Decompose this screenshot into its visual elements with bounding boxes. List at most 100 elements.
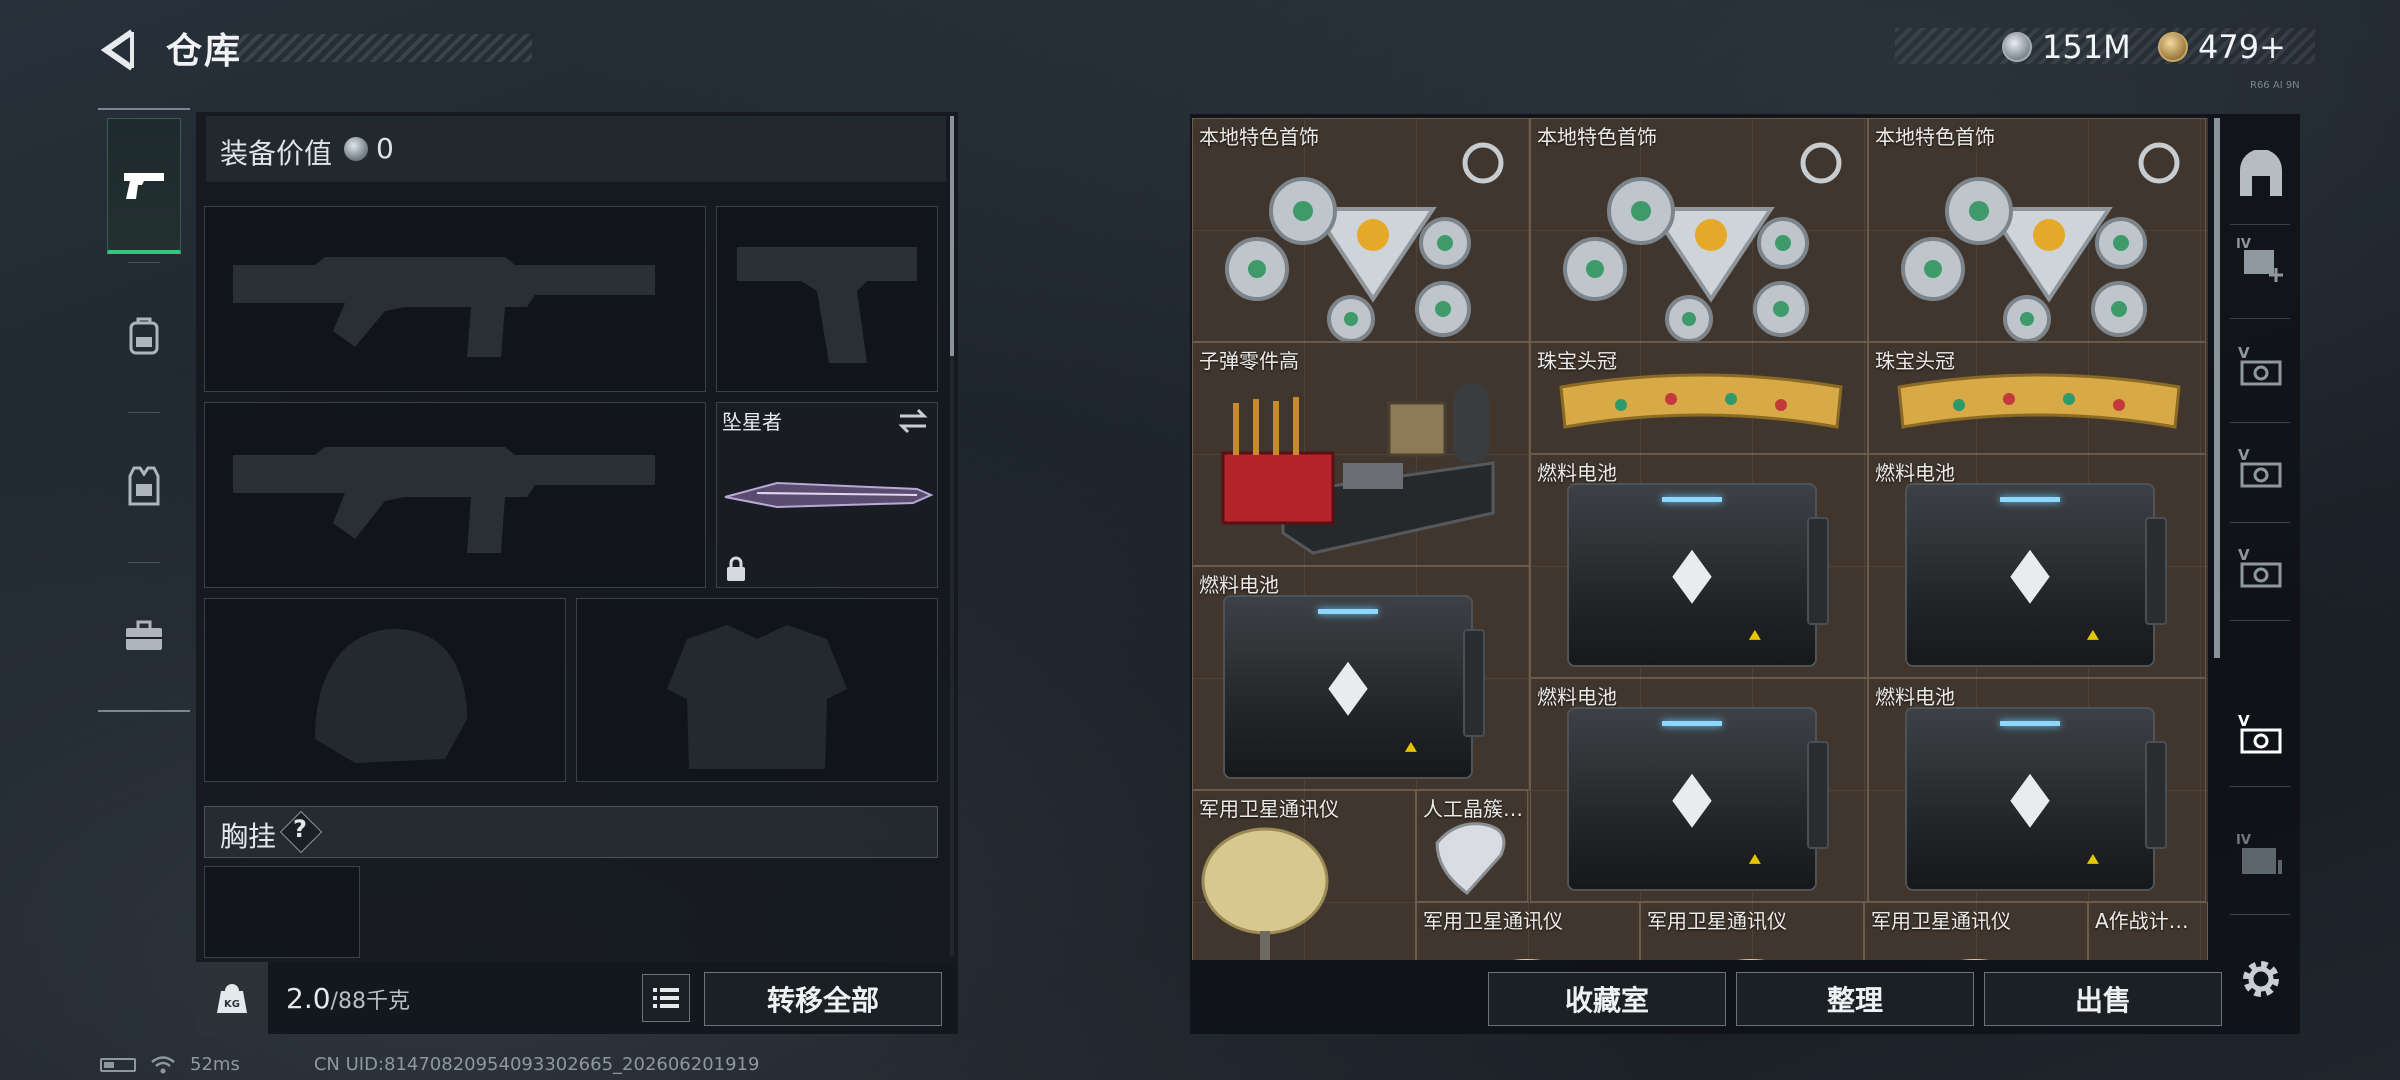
storage-v-icon-active[interactable]: V [2236, 710, 2286, 760]
list-icon [653, 988, 679, 1008]
storage-item-crown[interactable]: 珠宝头冠 [1868, 342, 2206, 454]
corner-tiny-label: R66 AI 9N [2250, 80, 2300, 91]
storage-item-fuel-cell[interactable]: 燃料电池 [1868, 678, 2206, 902]
helmet-slot[interactable] [204, 598, 566, 782]
satellite-dish-icon [1960, 959, 1990, 960]
user-uid: CN UID:8147082095409330​2665_20260620191… [313, 1054, 760, 1075]
side-tab-divider [2230, 620, 2290, 621]
svg-text:V: V [2238, 546, 2250, 564]
equipment-category-tabs [98, 108, 190, 712]
storage-item-crown[interactable]: 珠宝头冠 [1530, 342, 1868, 454]
storage-item-fuel-cell[interactable]: 燃料电池 [1530, 678, 1868, 902]
storage-item-jewelry[interactable]: 本地特色首饰 [1868, 118, 2206, 342]
storage-item-satellite-comm[interactable]: 军用卫星通讯仪 [1416, 902, 1640, 960]
gold-currency-value[interactable]: 479+ [2198, 28, 2286, 66]
storage-item-jewelry[interactable]: 本地特色首饰 [1530, 118, 1868, 342]
lock-icon [727, 556, 745, 581]
crystal-icon [1435, 822, 1506, 896]
storage-v-icon[interactable]: V [2236, 444, 2286, 494]
weight-icon: KG [217, 984, 247, 1013]
tabs-bottom-divider [98, 710, 190, 712]
svg-text:V: V [2238, 446, 2250, 464]
transfer-all-button[interactable]: 转移全部 [704, 972, 942, 1026]
svg-text:V: V [2238, 712, 2250, 730]
equipment-value: 0 [376, 132, 394, 165]
safe-icon[interactable] [2236, 150, 2286, 200]
gear-icon[interactable] [2236, 954, 2286, 1004]
silver-currency-value[interactable]: 151M [2042, 28, 2131, 66]
silver-coin-icon [2002, 32, 2032, 62]
side-tab-divider [2230, 914, 2290, 915]
storage-item-satellite-comm[interactable]: 军用卫星通讯仪 [1864, 902, 2088, 960]
item-name: A作战计… [2095, 909, 2189, 933]
add-storage-icon[interactable]: IV [2236, 234, 2286, 284]
tab-weapons[interactable] [107, 118, 181, 254]
sort-button[interactable]: 整理 [1736, 972, 1974, 1026]
primary-weapon-slot-2[interactable] [204, 402, 706, 588]
jewelry-icon [1901, 142, 2180, 341]
storage-v-icon[interactable]: V [2236, 544, 2286, 594]
swap-icon[interactable] [898, 408, 928, 434]
wifi-icon [151, 1055, 175, 1073]
tab-divider [128, 262, 160, 263]
crown-icon [1559, 373, 1843, 429]
briefcase-icon [126, 620, 162, 650]
ping-value: 52ms [190, 1054, 240, 1075]
storage-v-icon[interactable]: V [2236, 342, 2286, 392]
item-name: 燃料电池 [1875, 685, 1955, 709]
gold-coin-icon [2158, 32, 2188, 62]
crown-icon [1897, 373, 2181, 429]
collection-room-button[interactable]: 收藏室 [1488, 972, 1726, 1026]
side-tab-divider [2230, 224, 2290, 225]
storage-item-ammo-parts[interactable]: 子弹零件高 [1192, 342, 1530, 566]
item-name: 燃料电池 [1537, 685, 1617, 709]
storage-grid[interactable]: 本地特色首饰 本地特色首饰 本地特色首饰 子弹零件高 珠宝头冠 珠宝头冠 燃料电… [1192, 118, 2208, 960]
storage-item-fuel-cell[interactable]: 燃料电池 [1868, 454, 2206, 678]
satellite-dish-icon [1512, 959, 1542, 960]
storage-scrollbar-thumb[interactable] [2214, 118, 2220, 658]
storage-item-satellite-comm[interactable]: 军用卫星通讯仪 [1192, 790, 1416, 960]
primary-weapon-slot-1[interactable] [204, 206, 706, 392]
tab-divider [128, 412, 160, 413]
page-title: 仓库 [166, 31, 243, 72]
storage-item-crystal[interactable]: 人工晶簇… [1416, 790, 1528, 902]
storage-iv-icon[interactable]: IV [2236, 830, 2286, 880]
armor-slot[interactable] [576, 598, 938, 782]
fuel-cell-icon [1567, 707, 1829, 891]
chest-rig-slot[interactable] [204, 866, 360, 958]
side-tab-divider [2230, 318, 2290, 319]
side-tab-divider [2230, 522, 2290, 523]
helmet-silhouette-icon [315, 629, 467, 763]
rifle-silhouette-icon [233, 257, 655, 357]
title-decoration [232, 34, 532, 62]
sell-button[interactable]: 出售 [1984, 972, 2222, 1026]
secondary-weapon-slot[interactable] [716, 206, 938, 392]
jewelry-icon [1225, 142, 1504, 341]
help-icon[interactable]: ? [293, 815, 307, 843]
pistol-icon [124, 172, 164, 199]
storage-item-satellite-comm[interactable]: 军用卫星通讯仪 [1640, 902, 1864, 960]
list-view-button[interactable] [642, 974, 690, 1022]
status-footer: 52ms CN UID:8147082095409330​2665_202606… [100, 1054, 759, 1075]
pistol-silhouette-icon [737, 247, 917, 363]
storage-item-fuel-cell[interactable]: 燃料电池 [1192, 566, 1530, 790]
battery-icon [100, 1057, 136, 1072]
storage-item-tactical-plan[interactable]: A作战计… [2088, 902, 2208, 960]
item-name: 燃料电池 [1199, 573, 1279, 597]
armor-silhouette-icon [667, 625, 847, 769]
tab-case[interactable] [107, 568, 181, 704]
storage-item-jewelry[interactable]: 本地特色首饰 [1192, 118, 1530, 342]
back-arrow-icon[interactable] [96, 28, 140, 72]
tab-divider [128, 562, 160, 563]
svg-text:IV: IV [2236, 237, 2251, 252]
fuel-cell-icon [1223, 595, 1485, 779]
silver-coin-icon [344, 137, 368, 161]
storage-item-fuel-cell[interactable]: 燃料电池 [1530, 454, 1868, 678]
satellite-dish-icon [1736, 959, 1766, 960]
storage-page-tabs: IV V V V V IV [2222, 114, 2298, 1034]
vest-icon [128, 466, 160, 506]
tab-backpack[interactable] [107, 268, 181, 404]
rifle-silhouette-icon [233, 447, 655, 553]
tab-vest[interactable] [107, 418, 181, 554]
equipment-scrollbar-thumb[interactable] [950, 116, 954, 356]
